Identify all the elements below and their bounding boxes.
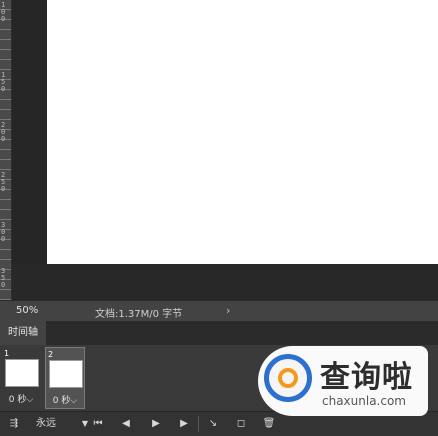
watermark-url: chaxunla.com — [322, 394, 406, 408]
watermark-title: 查询啦 — [320, 360, 413, 395]
status-menu-arrow-icon[interactable]: › — [226, 304, 230, 317]
frame-number: 1 — [4, 349, 10, 358]
duplicate-frame-icon[interactable]: ◻ — [231, 415, 251, 433]
canvas-pasteboard — [12, 264, 438, 300]
frame-delay[interactable]: 0 秒⌵ — [46, 393, 84, 406]
ruler-label: 350 — [1, 267, 6, 289]
divider — [198, 416, 199, 432]
play-icon[interactable]: ▶ — [146, 415, 166, 433]
frame-thumbnail — [49, 360, 83, 388]
document-info: 文档:1.37M/0 字节 — [95, 309, 183, 320]
convert-to-video-timeline-icon[interactable]: ⇶ — [4, 415, 24, 433]
zoom-level[interactable]: 50% — [16, 305, 38, 316]
loop-options-select[interactable]: 永远 ▼ — [30, 415, 91, 433]
animation-frame-2[interactable]: 2 0 秒⌵ — [45, 347, 85, 409]
ruler-label: 100 — [1, 1, 6, 23]
magnifier-logo-icon — [264, 354, 312, 402]
watermark-logo: 查询啦 chaxunla.com — [258, 346, 428, 416]
ruler-label: 300 — [1, 221, 6, 243]
next-frame-icon[interactable]: ▶ — [174, 415, 194, 433]
previous-frame-icon[interactable]: ◀ — [116, 415, 136, 433]
ruler-label: 250 — [1, 171, 6, 193]
loop-value: 永远 — [36, 418, 56, 429]
frame-delay[interactable]: 0 秒⌵ — [2, 392, 40, 405]
first-frame-icon[interactable]: ⏮ — [88, 415, 108, 433]
vertical-ruler: 100 150 200 250 300 350 — [0, 0, 12, 300]
frame-number: 2 — [48, 350, 54, 359]
ruler-label: 150 — [1, 71, 6, 93]
document-canvas[interactable] — [47, 0, 438, 264]
panel-tab-bar: 时间轴 — [0, 321, 438, 345]
status-bar: 50% 文档:1.37M/0 字节 › — [0, 300, 438, 321]
ruler-label: 200 — [1, 121, 6, 143]
frame-thumbnail — [5, 359, 39, 387]
tween-icon[interactable]: ↘ — [203, 415, 223, 433]
tab-timeline[interactable]: 时间轴 — [0, 321, 47, 345]
animation-frame-1[interactable]: 1 0 秒⌵ — [2, 347, 40, 407]
delete-frame-icon[interactable]: 🗑 — [259, 415, 279, 433]
